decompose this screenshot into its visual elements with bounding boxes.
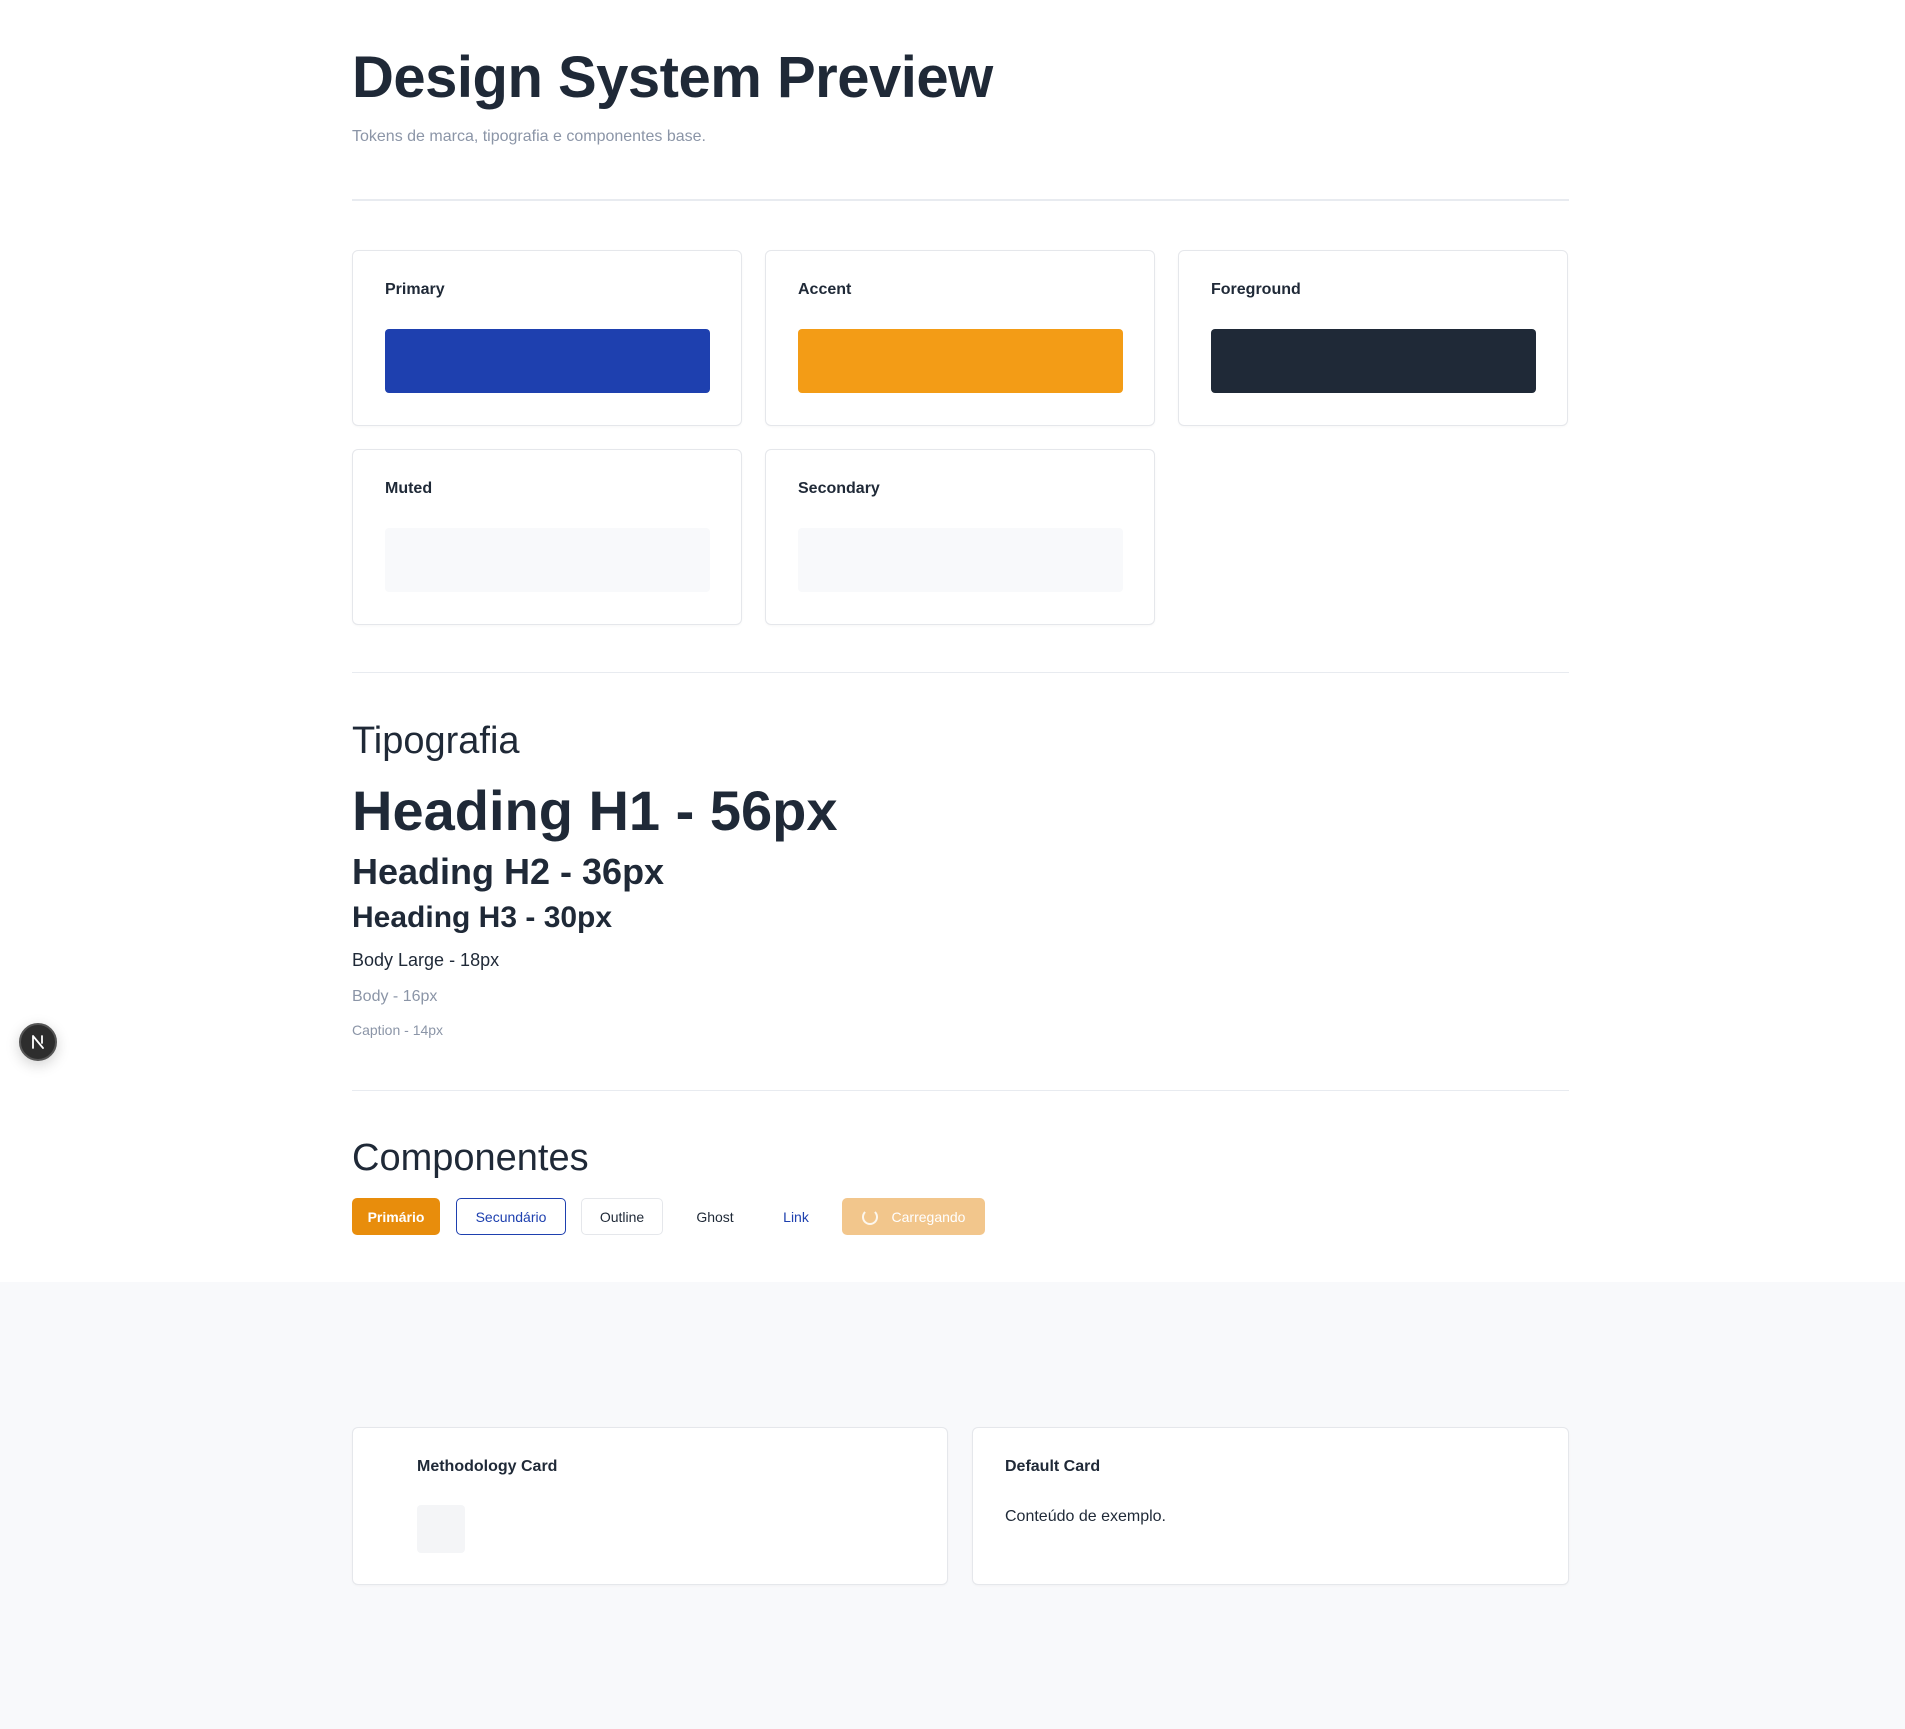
color-card-primary: Primary (352, 250, 742, 426)
sample-h3: Heading H3 - 30px (352, 901, 613, 934)
divider (352, 199, 1569, 201)
page-top: Design System Preview Tokens de marca, t… (0, 0, 1905, 1282)
cards-section (0, 1282, 1905, 1729)
color-card-accent: Accent (765, 250, 1155, 426)
sample-h1: Heading H1 - 56px (352, 779, 838, 842)
color-swatch-accent (798, 329, 1123, 393)
sample-body-large: Body Large - 18px (352, 950, 500, 970)
loading-button-label: Carregando (891, 1208, 966, 1225)
divider (352, 1090, 1569, 1091)
typography-section-title: Tipografia (352, 720, 520, 762)
methodology-card-icon-placeholder (417, 1505, 465, 1553)
ghost-button[interactable]: Ghost (675, 1198, 755, 1235)
color-label: Foreground (1211, 281, 1301, 298)
color-swatch-secondary (798, 528, 1123, 592)
color-label: Secondary (798, 480, 880, 497)
color-card-secondary: Secondary (765, 449, 1155, 625)
methodology-card: Methodology Card (352, 1427, 948, 1585)
methodology-card-title: Methodology Card (417, 1458, 558, 1475)
sample-body: Body - 16px (352, 988, 438, 1005)
page-title: Design System Preview (352, 45, 993, 110)
sample-h2: Heading H2 - 36px (352, 851, 665, 892)
color-card-muted: Muted (352, 449, 742, 625)
color-card-foreground: Foreground (1178, 250, 1568, 426)
spinner-icon (861, 1208, 878, 1225)
components-section-title: Componentes (352, 1137, 589, 1179)
primary-button[interactable]: Primário (352, 1198, 440, 1235)
sample-caption: Caption - 14px (352, 1022, 444, 1038)
divider (352, 672, 1569, 673)
secondary-button[interactable]: Secundário (456, 1198, 566, 1235)
color-label: Primary (385, 281, 445, 298)
color-swatch-primary (385, 329, 710, 393)
outline-button[interactable]: Outline (581, 1198, 663, 1235)
page-subtitle: Tokens de marca, tipografia e componente… (352, 128, 706, 145)
default-card-body: Conteúdo de exemplo. (1005, 1508, 1166, 1525)
nextjs-icon[interactable] (19, 1023, 57, 1061)
color-swatch-muted (385, 528, 710, 592)
default-card: Default Card Conteúdo de exemplo. (972, 1427, 1569, 1585)
loading-button[interactable]: Carregando (842, 1198, 985, 1235)
default-card-title: Default Card (1005, 1458, 1101, 1475)
color-label: Muted (385, 480, 433, 497)
link-button[interactable]: Link (767, 1198, 825, 1235)
color-swatch-foreground (1211, 329, 1536, 393)
nextjs-logo-icon (32, 1035, 44, 1049)
color-label: Accent (798, 281, 852, 298)
